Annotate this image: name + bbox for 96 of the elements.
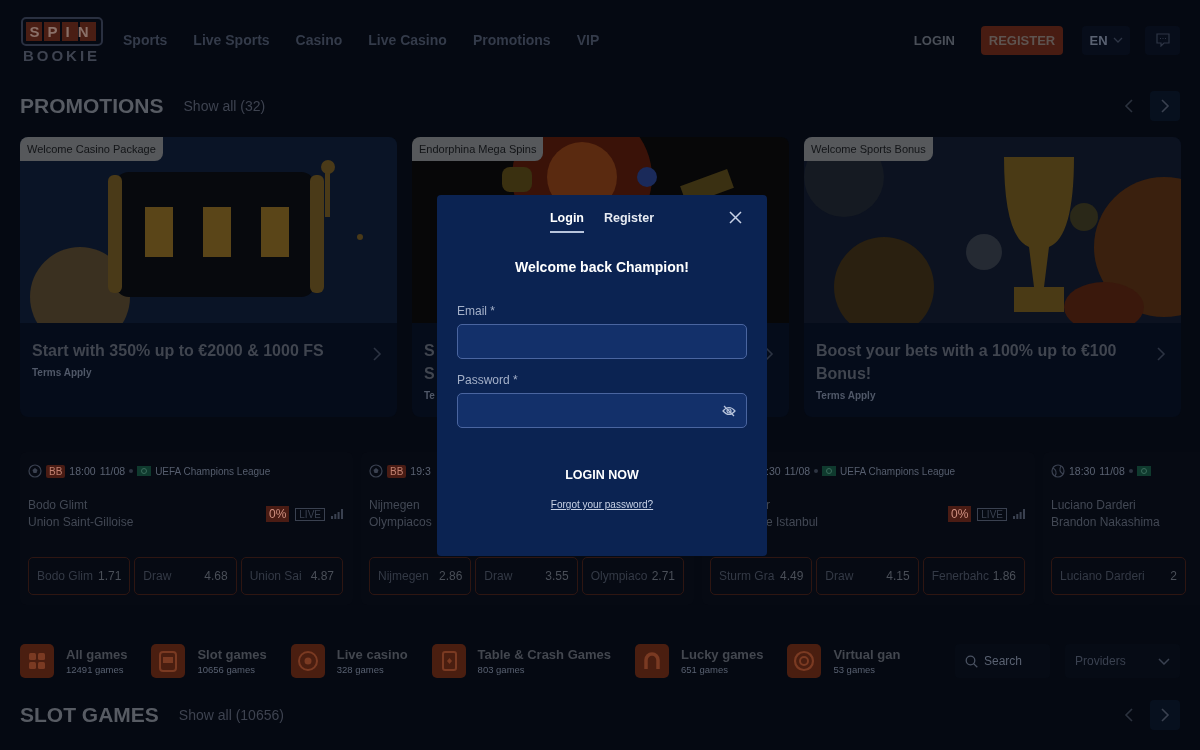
dot-separator bbox=[814, 469, 819, 473]
team-name: Nijmegen bbox=[369, 497, 420, 514]
match-date: 11/08 bbox=[1099, 465, 1125, 477]
terms-text: Te bbox=[424, 390, 435, 401]
email-field[interactable] bbox=[457, 324, 747, 359]
team-name: Union Saint-Gilloise bbox=[28, 514, 134, 531]
search-icon bbox=[965, 655, 978, 668]
team-name: e Istanbul bbox=[766, 514, 819, 531]
bet-builder-badge: BB bbox=[46, 464, 66, 478]
grid-icon bbox=[20, 644, 54, 678]
slot-machine-icon bbox=[151, 644, 186, 678]
dialog-heading: Welcome back Champion! bbox=[514, 259, 690, 275]
nav-link[interactable]: Promotions bbox=[472, 32, 551, 48]
team-name: Olympiacos bbox=[369, 514, 432, 531]
terms-text: Terms Apply bbox=[32, 367, 92, 378]
game-count: 803 games bbox=[477, 664, 526, 675]
promo-card[interactable]: Welcome Sports Bonus Boost your bets with a 100% up to €100 Bonus! Terms Apply bbox=[804, 137, 1181, 417]
wheel-icon bbox=[787, 644, 822, 678]
game-count: 328 games bbox=[336, 664, 385, 675]
caret-icon bbox=[1158, 657, 1170, 665]
promo-tag: Welcome Casino Package bbox=[20, 137, 163, 161]
promo-title: Start with 350% up to €2000 & 1000 FS bbox=[32, 341, 324, 361]
show-all-link[interactable]: Show all (32) bbox=[183, 98, 266, 114]
promo-title: S S bbox=[424, 341, 435, 384]
category-link[interactable]: Table & Crash Games bbox=[477, 647, 611, 662]
chevron-right-icon bbox=[371, 346, 383, 362]
register-button[interactable]: REGISTER bbox=[981, 25, 1063, 55]
nav-link[interactable]: Live Casino bbox=[368, 32, 447, 48]
match-time: 19:3 bbox=[410, 465, 431, 477]
terms-text: Terms Apply bbox=[816, 390, 876, 401]
field-label: Email * bbox=[457, 304, 496, 318]
section-title: PROMOTIONS bbox=[20, 94, 164, 118]
nav-link[interactable]: Casino bbox=[295, 32, 343, 48]
forgot-password-link[interactable]: Forgot your password? bbox=[550, 499, 654, 510]
dot-separator bbox=[1128, 469, 1133, 473]
show-all-link[interactable]: Show all (10656) bbox=[178, 707, 284, 723]
bet-builder-badge: BB bbox=[387, 464, 407, 478]
chat-icon bbox=[1155, 33, 1170, 47]
game-count: 651 games bbox=[681, 664, 730, 675]
next-button[interactable] bbox=[1150, 91, 1180, 121]
roulette-icon bbox=[290, 644, 325, 678]
language-dropdown[interactable]: EN bbox=[1082, 25, 1130, 55]
match-time: 18:00 bbox=[69, 465, 96, 477]
category-link[interactable]: Virtual gan bbox=[833, 647, 901, 662]
live-badge: LIVE bbox=[977, 507, 1007, 521]
hidden-eye-icon bbox=[722, 404, 736, 417]
team-name: Brandon Nakashima bbox=[1051, 514, 1160, 531]
game-count: 53 games bbox=[833, 664, 877, 675]
login-button[interactable]: LOGIN bbox=[913, 32, 955, 48]
league-name: UEFA Champions League bbox=[840, 465, 956, 477]
live-badge: LIVE bbox=[295, 507, 325, 521]
team-name: Bodo Glimt bbox=[28, 497, 88, 514]
logo-text: BOOKIE bbox=[22, 46, 101, 64]
login-now-button[interactable]: LOGIN NOW bbox=[555, 463, 649, 487]
next-button[interactable] bbox=[1150, 700, 1180, 730]
close-icon bbox=[729, 211, 742, 224]
category-link[interactable]: All games bbox=[66, 647, 128, 662]
team-name: r bbox=[766, 497, 770, 514]
chat-button[interactable] bbox=[1145, 25, 1180, 55]
match-time: 18:30 bbox=[1069, 465, 1096, 477]
chevron-left-icon bbox=[1123, 98, 1135, 114]
caret-icon bbox=[1112, 37, 1123, 43]
chevron-right-icon bbox=[1155, 346, 1167, 362]
team-name: Luciano Darderi bbox=[1051, 497, 1136, 514]
password-field[interactable] bbox=[457, 393, 747, 428]
match-date: 11/08 bbox=[784, 465, 811, 477]
match-date: 11/08 bbox=[99, 465, 126, 477]
category-link[interactable]: Lucky games bbox=[681, 647, 764, 662]
nav-link[interactable]: VIP bbox=[576, 32, 600, 48]
dialog-tab[interactable]: Login bbox=[549, 205, 584, 233]
close-button[interactable] bbox=[729, 211, 743, 225]
playing-card-icon bbox=[431, 644, 466, 678]
promo-card[interactable]: Welcome Casino Package Start with 350% up to €2000 & 1000 FS Terms Apply bbox=[20, 137, 397, 417]
signal-bars-icon bbox=[1013, 509, 1025, 519]
boost-badge: 0% bbox=[265, 506, 290, 522]
promo-tag: Welcome Sports Bonus bbox=[804, 137, 933, 161]
match-time: :30 bbox=[766, 465, 781, 477]
game-count: 12491 games bbox=[66, 664, 125, 675]
game-count: 10656 games bbox=[197, 664, 256, 675]
section-title: SLOT GAMES bbox=[20, 703, 159, 727]
chevron-left-icon bbox=[1123, 707, 1135, 723]
category-link[interactable]: Slot games bbox=[197, 647, 267, 662]
horseshoe-icon bbox=[635, 644, 669, 678]
signal-bars-icon bbox=[331, 509, 343, 519]
field-label: Password * bbox=[457, 373, 519, 387]
dot-separator bbox=[129, 469, 134, 473]
boost-badge: 0% bbox=[947, 506, 972, 522]
chevron-right-icon bbox=[1159, 707, 1171, 723]
category-link[interactable]: Live casino bbox=[336, 647, 408, 662]
dialog-tab[interactable]: Register bbox=[604, 205, 654, 233]
promo-tag: Endorphina Mega Spins bbox=[412, 137, 544, 161]
nav-link[interactable]: Sports bbox=[123, 32, 168, 48]
promo-title: Boost your bets with a 100% up to €100 Bonus! bbox=[816, 341, 1118, 384]
chevron-right-icon bbox=[1159, 98, 1171, 114]
league-name: UEFA Champions League bbox=[155, 465, 271, 477]
nav-link[interactable]: Live Sports bbox=[193, 32, 270, 48]
